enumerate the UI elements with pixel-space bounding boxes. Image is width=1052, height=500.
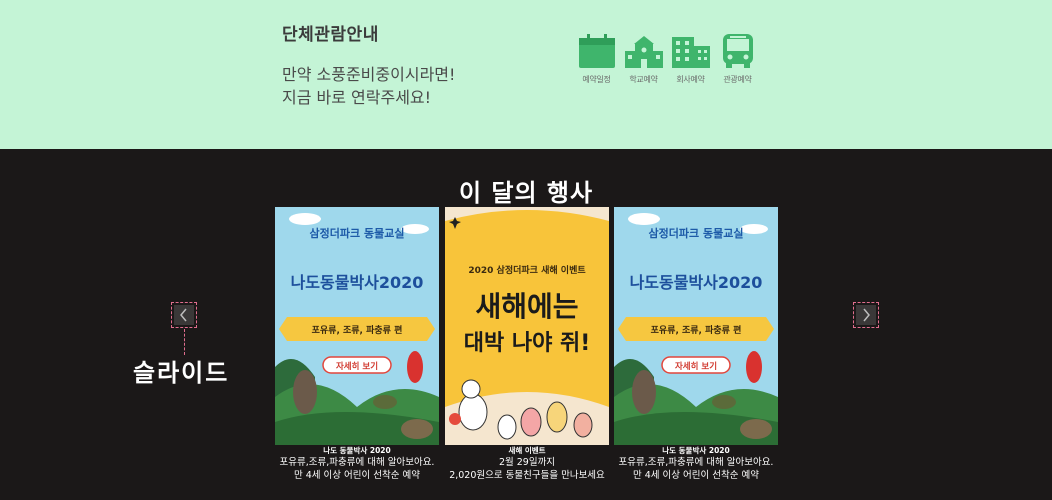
group-desc-line2: 지금 바로 연락주세요!: [282, 88, 432, 107]
building-icon: [671, 37, 710, 68]
event-caption-line: 2월 29일까지: [498, 457, 556, 468]
group-booking-section: 단체관람안내 만약 소풍준비중이시라면! 지금 바로 연락주세요! 예약일정 학…: [0, 0, 1052, 149]
poster-subtitle: 삼정더파크 동물교실: [309, 227, 405, 240]
event-poster[interactable]: 삼정더파크 동물교실 나도동물박사2020 포유류, 조류, 파충류 편 자세히…: [275, 207, 439, 445]
event-caption-title: 나도 동물박사 2020: [662, 446, 730, 455]
poster-headline: 나도동물박사2020: [629, 273, 763, 292]
event-caption-line: 2,020원으로 동물친구들을 만나보세요: [449, 470, 605, 481]
calendar-icon: [578, 34, 615, 68]
event-caption-line: 포유류,조류,파충류에 대해 알아보아요.: [618, 457, 774, 468]
event-caption-line: 포유류,조류,파충류에 대해 알아보아요.: [279, 457, 435, 468]
reservation-schedule-link[interactable]: 예약일정: [573, 33, 620, 85]
event-poster[interactable]: 삼정더파크 동물교실 나도동물박사2020 포유류, 조류, 파충류 편 자세히…: [614, 207, 778, 445]
event-card[interactable]: 2020 삼정더파크 새해 이벤트 새해에는 대박 나야 쥐! 새해 이벤트 2…: [445, 207, 609, 482]
chevron-left-icon: [180, 308, 187, 322]
event-card[interactable]: 삼정더파크 동물교실 나도동물박사2020 포유류, 조류, 파충류 편 자세히…: [275, 207, 439, 482]
icon-label: 예약일정: [582, 75, 611, 84]
event-caption-line: 만 4세 이상 어린이 선착순 예약: [293, 470, 421, 481]
event-caption-title: 새해 이벤트: [508, 446, 546, 455]
tour-booking-link[interactable]: 관광예약: [714, 33, 761, 85]
bus-icon: [722, 34, 753, 68]
company-booking-link[interactable]: 회사예약: [667, 33, 714, 85]
school-booking-link[interactable]: 학교예약: [620, 33, 667, 85]
callout-line: [184, 329, 185, 355]
icon-label: 관광예약: [723, 75, 752, 84]
poster-headline: 나도동물박사2020: [290, 273, 424, 292]
monthly-events-section: 이 달의 행사 슬라이드 삼정더파크 동물교실 나도동물박사2020 포유류, …: [0, 149, 1052, 500]
poster-detail-button[interactable]: 자세히 보기: [275, 360, 439, 372]
booking-icons: 예약일정 학교예약 회사예약 관광예약: [573, 33, 761, 85]
icon-label: 회사예약: [676, 75, 705, 84]
icon-label: 학교예약: [629, 75, 658, 84]
event-caption-title: 나도 동물박사 2020: [323, 446, 391, 455]
poster-subtitle: 삼정더파크 동물교실: [648, 227, 744, 240]
chevron-right-icon: [863, 308, 870, 322]
group-booking-title: 단체관람안내: [282, 25, 379, 45]
school-icon: [624, 36, 663, 68]
event-caption: 새해 이벤트 2월 29일까지 2,020원으로 동물친구들을 만나보세요: [445, 446, 609, 482]
event-caption: 나도 동물박사 2020 포유류,조류,파충류에 대해 알아보아요. 만 4세 …: [275, 446, 439, 482]
events-title: 이 달의 행사: [458, 179, 594, 207]
slide-next-button[interactable]: [853, 302, 879, 328]
poster-ribbon: 포유류, 조류, 파충류 편: [650, 326, 742, 336]
event-card[interactable]: 삼정더파크 동물교실 나도동물박사2020 포유류, 조류, 파충류 편 자세히…: [614, 207, 778, 482]
poster-ribbon: 포유류, 조류, 파충류 편: [311, 326, 403, 336]
event-caption: 나도 동물박사 2020 포유류,조류,파충류에 대해 알아보아요. 만 4세 …: [614, 446, 778, 482]
event-caption-line: 만 4세 이상 어린이 선착순 예약: [632, 470, 760, 481]
poster-detail-button[interactable]: 자세히 보기: [614, 360, 778, 372]
group-desc-line1: 만약 소풍준비중이시라면!: [282, 65, 456, 84]
event-poster[interactable]: 2020 삼정더파크 새해 이벤트 새해에는 대박 나야 쥐!: [445, 207, 609, 445]
poster-headline-line2: 대박 나야 쥐!: [463, 331, 591, 356]
poster-subtitle: 2020 삼정더파크 새해 이벤트: [468, 266, 586, 276]
poster-headline-line1: 새해에는: [475, 290, 579, 323]
slide-label: 슬라이드: [133, 359, 230, 387]
slide-prev-button[interactable]: [171, 302, 197, 328]
group-booking-description: 만약 소풍준비중이시라면! 지금 바로 연락주세요!: [282, 63, 455, 109]
